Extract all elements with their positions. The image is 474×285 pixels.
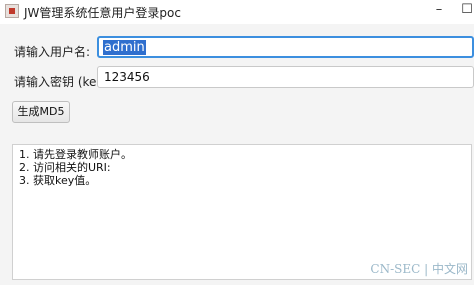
window-title: JW管理系统任意用户登录poc [24,6,181,20]
watermark-text: CN-SEC | 中文网 [370,262,468,276]
key-input[interactable]: 123456 [97,66,474,88]
key-value: 123456 [104,70,150,84]
maximize-icon[interactable]: ☐ [452,0,474,22]
title-bar[interactable]: JW管理系统任意用户登录poc – ☐ [0,0,474,24]
output-line: 2. 访问相关的URI: [19,161,111,174]
main-content: 请输入用户名: admin 请输入密钥 (ke... 123456 生成MD5 … [0,24,474,285]
username-value: admin [103,40,146,55]
application-window: JW管理系统任意用户登录poc – ☐ 请输入用户名: admin 请输入密钥 … [0,0,474,285]
key-label: 请输入密钥 (ke... [14,75,108,89]
output-line: 3. 获取key值。 [19,174,97,187]
username-label: 请输入用户名: [14,45,91,59]
minimize-icon[interactable]: – [424,0,454,22]
username-input[interactable]: admin [97,36,474,58]
java-app-icon [5,4,19,18]
generate-md5-button[interactable]: 生成MD5 [12,101,70,123]
output-line: 1. 请先登录教师账户。 [19,148,132,161]
